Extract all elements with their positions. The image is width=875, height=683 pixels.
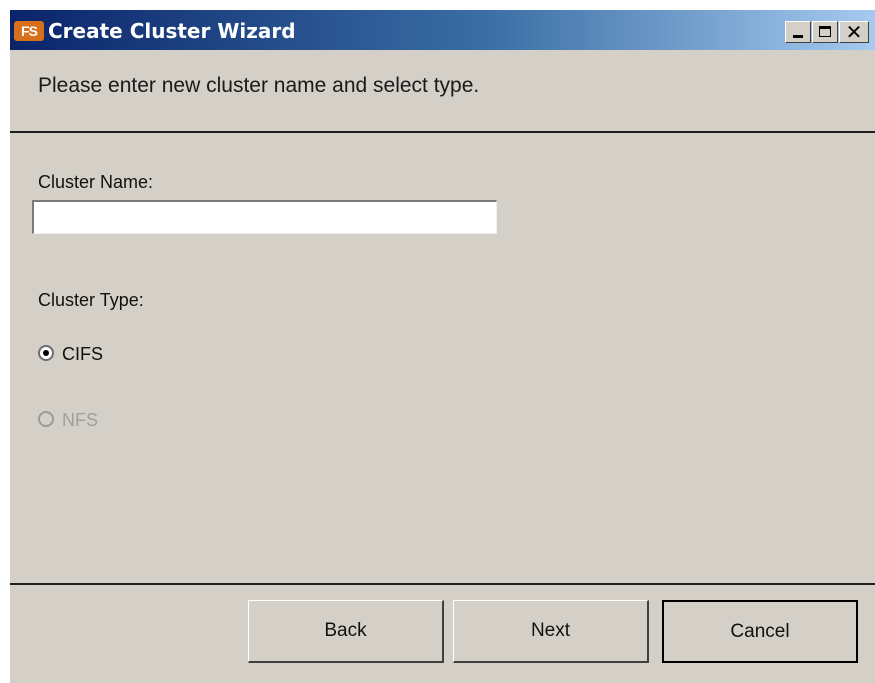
close-icon: ✕: [845, 20, 863, 44]
radio-dot-icon: [43, 350, 49, 356]
maximize-icon: [819, 26, 831, 37]
cluster-name-label: Cluster Name:: [38, 172, 154, 192]
radio-unselected-icon[interactable]: [38, 411, 54, 427]
header-divider: [10, 131, 875, 133]
wizard-window: FS Create Cluster Wizard ✕ Please enter …: [10, 10, 875, 683]
window-title: Create Cluster Wizard: [48, 19, 296, 43]
cluster-name-input[interactable]: [32, 200, 497, 234]
footer-divider: [10, 583, 875, 585]
radio-cifs-label[interactable]: CIFS: [62, 342, 103, 366]
instruction-text: Please enter new cluster name and select…: [38, 74, 480, 97]
cluster-type-label: Cluster Type:: [38, 290, 144, 310]
radio-nfs-label[interactable]: NFS: [62, 408, 98, 432]
minimize-icon: [793, 35, 803, 38]
title-bar[interactable]: FS Create Cluster Wizard ✕: [10, 10, 875, 50]
maximize-button[interactable]: [812, 21, 838, 43]
cancel-button[interactable]: Cancel: [662, 600, 858, 663]
back-button[interactable]: Back: [248, 600, 444, 663]
next-button[interactable]: Next: [453, 600, 649, 663]
minimize-button[interactable]: [785, 21, 811, 43]
close-button[interactable]: ✕: [839, 21, 869, 43]
app-logo-icon: FS: [14, 21, 44, 41]
radio-selected-icon[interactable]: [38, 345, 54, 361]
